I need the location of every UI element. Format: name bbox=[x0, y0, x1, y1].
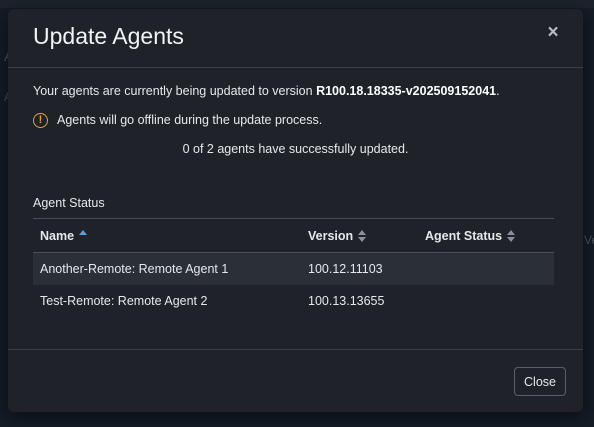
column-header-label: Version bbox=[308, 229, 354, 243]
dialog-title: Update Agents bbox=[33, 23, 184, 49]
agent-status-section-label: Agent Status bbox=[33, 196, 105, 210]
column-header-agent-status[interactable]: Agent Status bbox=[425, 229, 516, 243]
update-progress-text: 0 of 2 agents have successfully updated. bbox=[182, 142, 409, 156]
offline-warning: ! Agents will go offline during the upda… bbox=[33, 110, 322, 130]
update-message-prefix: Your agents are currently being updated … bbox=[33, 84, 317, 98]
agent-version-cell: 100.13.13655 bbox=[308, 294, 385, 308]
update-message: Your agents are currently being updated … bbox=[33, 84, 500, 98]
close-button[interactable]: Close bbox=[514, 367, 566, 396]
dialog-footer: Close bbox=[8, 349, 583, 413]
close-icon[interactable]: × bbox=[544, 23, 562, 42]
table-row[interactable]: Another-Remote: Remote Agent 1 100.12.11… bbox=[33, 253, 554, 285]
update-message-suffix: . bbox=[496, 84, 500, 98]
column-header-version[interactable]: Version bbox=[308, 229, 367, 243]
agent-status-table: Name Version Agent Status Another-Remote… bbox=[33, 218, 554, 317]
table-row[interactable]: Test-Remote: Remote Agent 2 100.13.13655 bbox=[33, 285, 554, 317]
column-header-label: Agent Status bbox=[425, 229, 503, 243]
warning-text: Agents will go offline during the update… bbox=[57, 113, 323, 127]
sort-icon bbox=[507, 230, 516, 242]
agent-name-cell: Another-Remote: Remote Agent 1 bbox=[40, 262, 229, 276]
update-agents-dialog: Update Agents × Your agents are currentl… bbox=[8, 9, 583, 412]
table-header: Name Version Agent Status bbox=[33, 219, 554, 253]
dialog-header: Update Agents × bbox=[8, 9, 583, 68]
target-version: R100.18.18335-v202509152041 bbox=[316, 84, 497, 98]
column-header-name[interactable]: Name bbox=[40, 229, 88, 243]
warning-icon: ! bbox=[33, 112, 48, 128]
agent-name-cell: Test-Remote: Remote Agent 2 bbox=[40, 294, 208, 308]
sort-ascending-icon bbox=[79, 230, 88, 242]
sort-icon bbox=[358, 230, 367, 242]
column-header-label: Name bbox=[40, 229, 75, 243]
agent-version-cell: 100.12.11103 bbox=[308, 262, 383, 276]
